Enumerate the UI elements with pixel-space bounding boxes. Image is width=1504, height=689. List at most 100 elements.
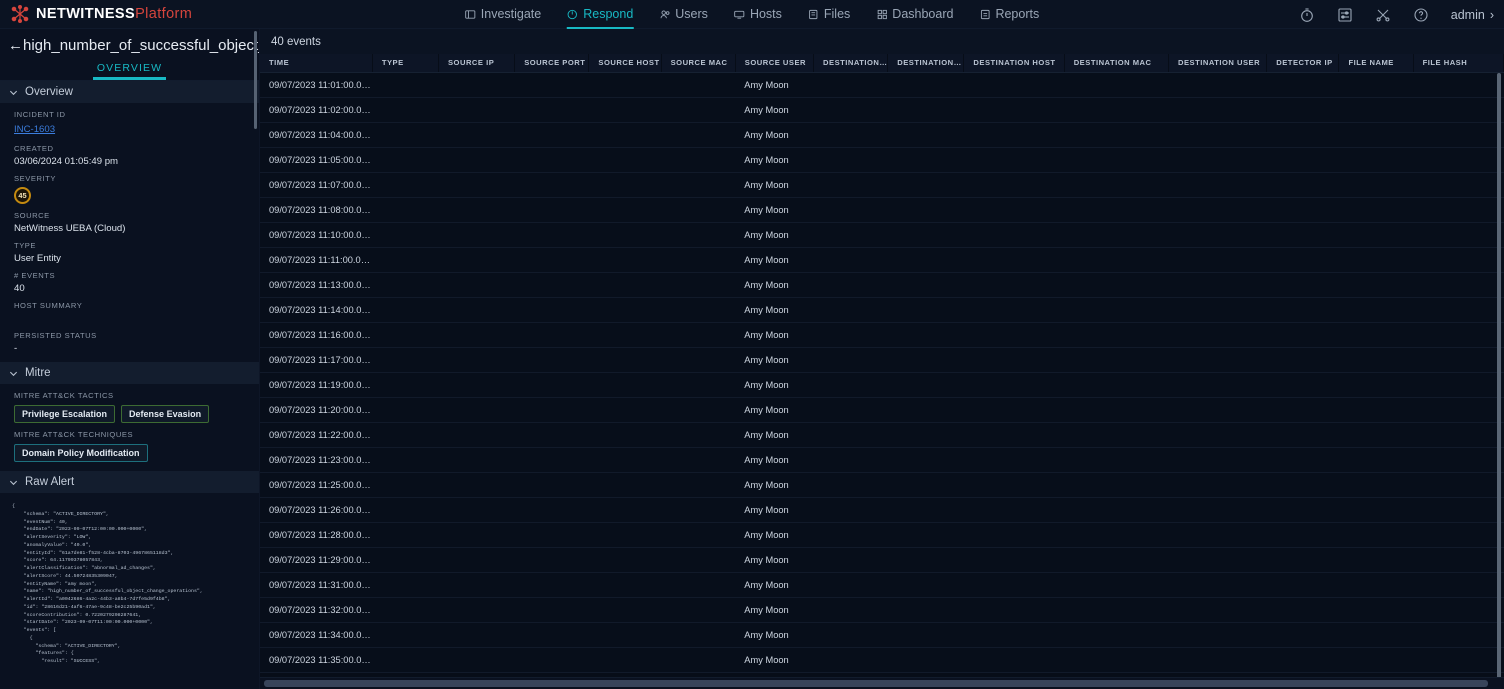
cell-empty (813, 272, 888, 298)
help-circle-icon[interactable] (1413, 7, 1429, 23)
horizontal-scrollbar[interactable] (260, 677, 1504, 689)
table-row[interactable]: 09/07/2023 11:19:00.000... Amy Moon (260, 372, 1504, 398)
sidebar-scrollbar-thumb[interactable] (254, 31, 257, 129)
back-arrow-icon[interactable]: ← (8, 37, 23, 54)
user-menu[interactable]: admin › (1451, 8, 1494, 22)
cell-empty (1413, 472, 1504, 498)
column-header-source-mac[interactable]: SOURCE MAC (661, 54, 736, 73)
nav-item-files[interactable]: Files (808, 0, 850, 29)
field-label: INCIDENT ID (14, 110, 66, 119)
column-header-destination-ip[interactable]: DESTINATION IP (813, 54, 888, 73)
vertical-scrollbar-thumb[interactable] (1497, 73, 1501, 685)
nav-item-hosts[interactable]: Hosts (734, 0, 782, 29)
table-row[interactable]: 09/07/2023 11:29:00.000... Amy Moon (260, 547, 1504, 573)
table-row[interactable]: 09/07/2023 11:31:00.000... Amy Moon (260, 572, 1504, 598)
table-row[interactable]: 09/07/2023 11:13:00.000... Amy Moon (260, 272, 1504, 298)
nav-item-investigate[interactable]: Investigate (465, 0, 541, 29)
nav-item-reports[interactable]: Reports (979, 0, 1039, 29)
table-row[interactable]: 09/07/2023 11:23:00.000... Amy Moon (260, 447, 1504, 473)
cell-empty (588, 647, 662, 673)
cell-empty (438, 647, 515, 673)
section-header-mitre[interactable]: Mitre (0, 362, 259, 384)
cell-empty (661, 597, 736, 623)
section-header-overview[interactable]: Overview (0, 81, 259, 103)
cell-empty (1266, 372, 1339, 398)
table-row[interactable]: 09/07/2023 11:17:00.000... Amy Moon (260, 347, 1504, 373)
column-header-destination-port[interactable]: DESTINATION P... (887, 54, 964, 73)
cell-empty (1266, 347, 1339, 373)
brand-logo[interactable]: NETWITNESSPlatform (0, 4, 192, 24)
column-header-source-ip[interactable]: SOURCE IP (438, 54, 515, 73)
column-header-time[interactable]: TIME (260, 54, 373, 73)
mitre-tactic-tag[interactable]: Privilege Escalation (14, 405, 116, 423)
column-header-source-port[interactable]: SOURCE PORT (514, 54, 589, 73)
cell-empty (887, 322, 964, 348)
timer-icon[interactable] (1299, 7, 1315, 23)
sliders-icon[interactable] (1337, 7, 1353, 23)
cell-empty (813, 447, 888, 473)
column-header-destination-host[interactable]: DESTINATION HOST (963, 54, 1065, 73)
table-row[interactable]: 09/07/2023 11:25:00.000... Amy Moon (260, 472, 1504, 498)
cell-empty (1413, 372, 1504, 398)
table-row[interactable]: 09/07/2023 11:04:00.000... Amy Moon (260, 122, 1504, 148)
cell-empty (813, 147, 888, 173)
cell-empty (963, 597, 1065, 623)
section-header-raw-alert[interactable]: Raw Alert (0, 471, 259, 493)
table-row[interactable]: 09/07/2023 11:28:00.000... Amy Moon (260, 522, 1504, 548)
cell-empty (1266, 597, 1339, 623)
table-row[interactable]: 09/07/2023 11:26:00.000... Amy Moon (260, 497, 1504, 523)
table-row[interactable]: 09/07/2023 11:08:00.000... Amy Moon (260, 197, 1504, 223)
cell-empty (661, 447, 736, 473)
cell-empty (372, 647, 439, 673)
column-header-file-hash[interactable]: FILE HASH (1413, 54, 1504, 73)
cell-empty (1338, 322, 1414, 348)
table-row[interactable]: 09/07/2023 11:10:00.000... Amy Moon (260, 222, 1504, 248)
brand-suffix: Platform (135, 6, 193, 22)
table-row[interactable]: 09/07/2023 11:35:00.000... Amy Moon (260, 647, 1504, 673)
table-row[interactable]: 09/07/2023 11:22:00.000... Amy Moon (260, 422, 1504, 448)
cell-empty (514, 297, 589, 323)
cell-empty (588, 597, 662, 623)
table-row[interactable]: 09/07/2023 11:14:00.000... Amy Moon (260, 297, 1504, 323)
tools-icon[interactable] (1375, 7, 1391, 23)
incident-id-link[interactable]: INC-1603 (14, 124, 55, 135)
cell-empty (813, 547, 888, 573)
nav-item-users[interactable]: Users (659, 0, 708, 29)
nav-item-dashboard[interactable]: Dashboard (876, 0, 953, 29)
table-row[interactable]: 09/07/2023 11:05:00.000... Amy Moon (260, 147, 1504, 173)
cell-empty (963, 122, 1065, 148)
cell-source-user: Amy Moon (735, 222, 814, 248)
table-row[interactable]: 09/07/2023 11:11:00.000... Amy Moon (260, 247, 1504, 273)
cell-time: 09/07/2023 11:16:00.000... (260, 322, 373, 348)
table-row[interactable]: 09/07/2023 11:01:00.000... Amy Moon (260, 72, 1504, 98)
cell-empty (1168, 222, 1267, 248)
cell-empty (588, 72, 662, 98)
table-row[interactable]: 09/07/2023 11:32:00.000... Amy Moon (260, 597, 1504, 623)
incident-breadcrumb-title[interactable]: ←high_number_of_successful_object_change (0, 29, 259, 60)
tab-overview[interactable]: OVERVIEW (92, 60, 167, 80)
cell-empty (963, 422, 1065, 448)
mitre-technique-tag[interactable]: Domain Policy Modification (14, 444, 148, 462)
horizontal-scrollbar-thumb[interactable] (264, 680, 1488, 687)
field-severity: SEVERITY 45 (0, 167, 259, 204)
cell-empty (1266, 622, 1339, 648)
cell-empty (1168, 197, 1267, 223)
table-row[interactable]: 09/07/2023 11:16:00.000... Amy Moon (260, 322, 1504, 348)
table-row[interactable]: 09/07/2023 11:02:00.000... Amy Moon (260, 97, 1504, 123)
column-header-detector-ip[interactable]: DETECTOR IP (1266, 54, 1339, 73)
cell-empty (588, 447, 662, 473)
column-header-file-name[interactable]: FILE NAME (1338, 54, 1414, 73)
column-header-source-user[interactable]: SOURCE USER (735, 54, 814, 73)
column-header-destination-user[interactable]: DESTINATION USER (1168, 54, 1267, 73)
incident-name: high_number_of_successful_object_change (23, 37, 259, 54)
column-header-type[interactable]: TYPE (372, 54, 439, 73)
nav-item-respond[interactable]: Respond (567, 0, 634, 29)
table-row[interactable]: 09/07/2023 11:20:00.000... Amy Moon (260, 397, 1504, 423)
mitre-tactic-tag[interactable]: Defense Evasion (121, 405, 210, 423)
cell-empty (887, 172, 964, 198)
cell-empty (438, 122, 515, 148)
column-header-destination-mac[interactable]: DESTINATION MAC (1064, 54, 1169, 73)
table-row[interactable]: 09/07/2023 11:34:00.000... Amy Moon (260, 622, 1504, 648)
table-row[interactable]: 09/07/2023 11:07:00.000... Amy Moon (260, 172, 1504, 198)
column-header-source-host[interactable]: SOURCE HOST (588, 54, 662, 73)
